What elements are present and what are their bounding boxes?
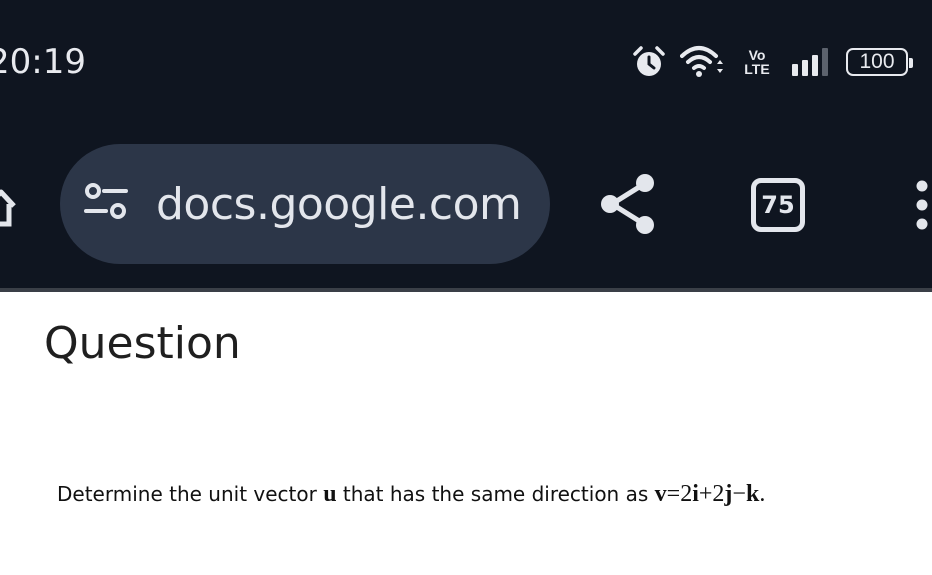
unit-k: k bbox=[745, 481, 760, 507]
status-time: 20:19 bbox=[0, 42, 86, 82]
question-prefix: Determine the unit vector bbox=[57, 482, 317, 506]
url-text[interactable]: docs.google.com bbox=[156, 179, 522, 230]
minus-sign: − bbox=[732, 481, 746, 507]
battery-level: 100 bbox=[859, 50, 895, 73]
status-icons: Vo LTE 100 bbox=[632, 40, 914, 84]
volte-bottom: LTE bbox=[744, 61, 770, 77]
tab-count: 75 bbox=[761, 191, 795, 219]
toolbar-divider bbox=[0, 288, 932, 292]
question-middle: that has the same direction as bbox=[342, 482, 649, 506]
alarm-icon bbox=[632, 45, 666, 79]
unit-i: i bbox=[692, 481, 699, 507]
volte-icon: Vo LTE bbox=[738, 48, 776, 76]
browser-top-bar: 20:19 Vo LTE bbox=[0, 0, 932, 288]
equals-sign: = bbox=[666, 481, 681, 507]
signal-icon bbox=[790, 48, 832, 76]
tab-switcher-icon[interactable]: 75 bbox=[751, 178, 805, 232]
battery-icon: 100 bbox=[846, 48, 913, 76]
wifi-icon bbox=[680, 44, 724, 80]
coef-j: 2 bbox=[712, 481, 725, 507]
coef-i: 2 bbox=[680, 481, 693, 507]
site-settings-icon[interactable] bbox=[82, 182, 130, 227]
page-title: Question bbox=[44, 318, 241, 369]
address-bar[interactable]: docs.google.com bbox=[60, 144, 550, 264]
question-text: Determine the unit vector u that has the… bbox=[57, 480, 765, 508]
vector-u: u bbox=[323, 481, 337, 507]
plus-sign: + bbox=[698, 481, 713, 507]
more-vert-icon[interactable] bbox=[912, 180, 932, 235]
share-icon[interactable] bbox=[598, 172, 660, 241]
home-icon[interactable] bbox=[0, 186, 16, 233]
period: . bbox=[759, 481, 766, 507]
vector-v: v bbox=[654, 481, 667, 507]
